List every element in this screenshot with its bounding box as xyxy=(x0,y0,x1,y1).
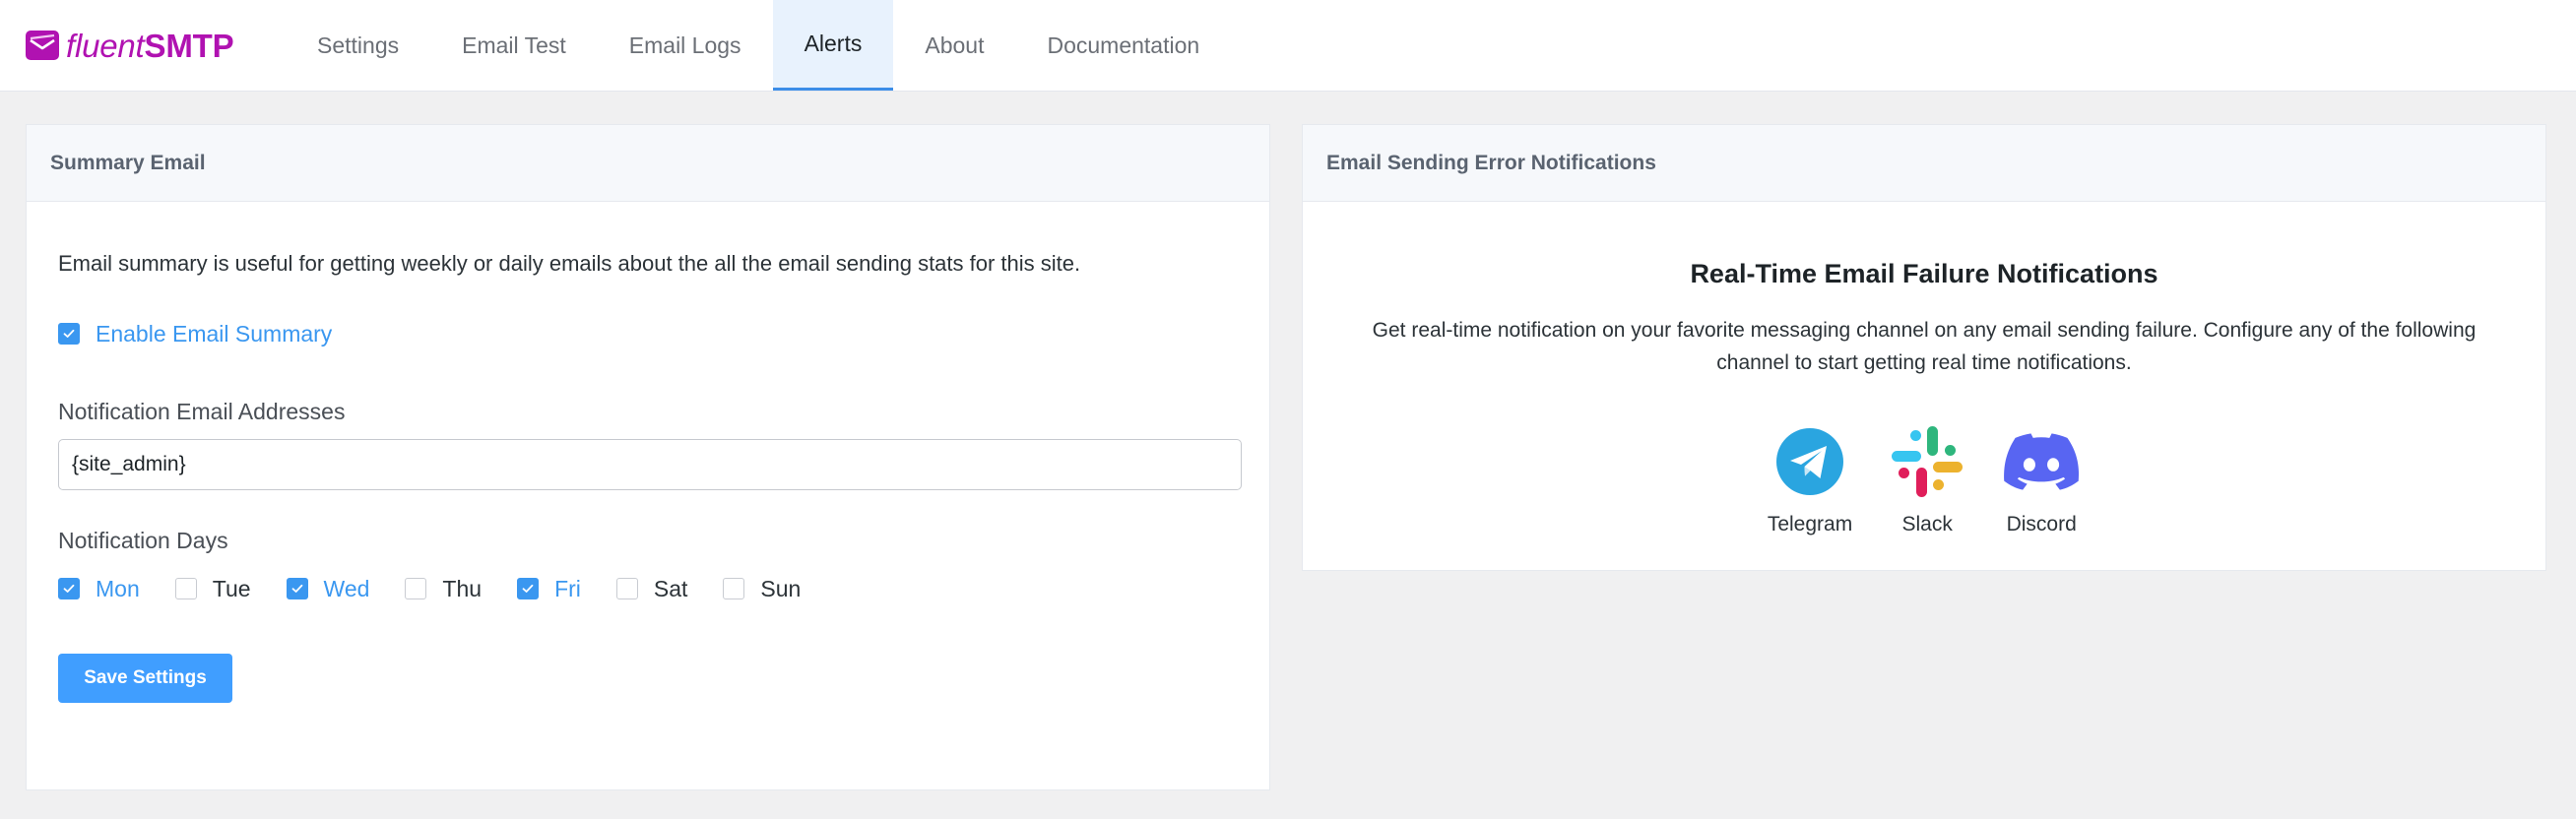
day-label: Mon xyxy=(96,575,140,601)
save-settings-button[interactable]: Save Settings xyxy=(58,653,232,703)
top-navigation-bar: fluentSMTP Settings Email Test Email Log… xyxy=(0,0,2576,92)
checkbox-unchecked-icon[interactable] xyxy=(615,578,638,600)
checkbox-checked-icon[interactable] xyxy=(58,323,80,346)
checkbox-unchecked-icon[interactable] xyxy=(174,578,197,600)
checkbox-checked-icon[interactable] xyxy=(286,578,308,600)
tab-documentation[interactable]: Documentation xyxy=(1015,0,1231,91)
error-notifications-panel: Email Sending Error Notifications Real-T… xyxy=(1302,124,2546,571)
notification-email-addresses-label: Notification Email Addresses xyxy=(58,398,346,424)
slack-icon[interactable] xyxy=(1888,422,1966,501)
tab-alerts[interactable]: Alerts xyxy=(772,0,894,91)
channel-label: Slack xyxy=(1901,513,1953,536)
channel-slack[interactable]: Slack xyxy=(1888,422,1966,536)
summary-panel-body: Email summary is useful for getting week… xyxy=(27,202,1269,703)
tab-settings[interactable]: Settings xyxy=(286,0,430,91)
enable-email-summary-checkbox[interactable]: Enable Email Summary xyxy=(58,321,1238,347)
day-label: Fri xyxy=(554,575,581,601)
fluentsmtp-logo-icon xyxy=(26,31,59,60)
day-label: Sun xyxy=(760,575,802,601)
day-label: Tue xyxy=(212,575,251,601)
main-tabs: Settings Email Test Email Logs Alerts Ab… xyxy=(286,0,1231,91)
checkbox-unchecked-icon[interactable] xyxy=(405,578,427,600)
brand-logo[interactable]: fluentSMTP xyxy=(0,0,286,91)
enable-email-summary-label: Enable Email Summary xyxy=(96,320,333,346)
notification-days-label: Notification Days xyxy=(58,527,228,553)
notification-email-addresses-input[interactable] xyxy=(58,438,1242,490)
checkbox-unchecked-icon[interactable] xyxy=(723,578,745,600)
notification-days-group: Mon Tue Wed Thu Fri Sat Sun xyxy=(58,576,1238,602)
day-label: Wed xyxy=(323,575,370,601)
day-checkbox-tue[interactable]: Tue xyxy=(174,575,251,602)
channel-label: Discord xyxy=(2006,513,2077,536)
channel-telegram[interactable]: Telegram xyxy=(1768,422,1852,536)
checkbox-checked-icon[interactable] xyxy=(58,578,80,600)
notifications-panel-body: Real-Time Email Failure Notifications Ge… xyxy=(1303,202,2545,536)
summary-email-panel: Summary Email Email summary is useful fo… xyxy=(26,124,1270,790)
tab-email-test[interactable]: Email Test xyxy=(430,0,598,91)
channel-label: Telegram xyxy=(1767,513,1853,536)
discord-icon[interactable] xyxy=(2002,422,2081,501)
channel-discord[interactable]: Discord xyxy=(2002,422,2081,536)
day-checkbox-fri[interactable]: Fri xyxy=(517,576,581,602)
telegram-icon[interactable] xyxy=(1771,422,1849,501)
notifications-panel-title: Email Sending Error Notifications xyxy=(1303,125,2545,202)
day-checkbox-mon[interactable]: Mon xyxy=(58,576,140,602)
checkbox-checked-icon[interactable] xyxy=(517,578,540,600)
tab-email-logs[interactable]: Email Logs xyxy=(598,0,773,91)
day-label: Thu xyxy=(442,575,483,601)
day-checkbox-sat[interactable]: Sat xyxy=(615,575,688,602)
tab-about[interactable]: About xyxy=(893,0,1015,91)
summary-panel-title: Summary Email xyxy=(27,125,1269,202)
day-label: Sat xyxy=(653,575,688,601)
brand-name: fluentSMTP xyxy=(66,27,234,64)
summary-description: Email summary is useful for getting week… xyxy=(58,251,1081,276)
notifications-heading: Real-Time Email Failure Notifications xyxy=(1690,259,2158,288)
day-checkbox-wed[interactable]: Wed xyxy=(286,575,370,602)
day-checkbox-thu[interactable]: Thu xyxy=(405,576,482,602)
day-checkbox-sun[interactable]: Sun xyxy=(723,576,801,602)
notifications-description: Get real-time notification on your favor… xyxy=(1372,319,2477,374)
notification-channels: Telegram Slack Discord xyxy=(1303,422,2545,536)
